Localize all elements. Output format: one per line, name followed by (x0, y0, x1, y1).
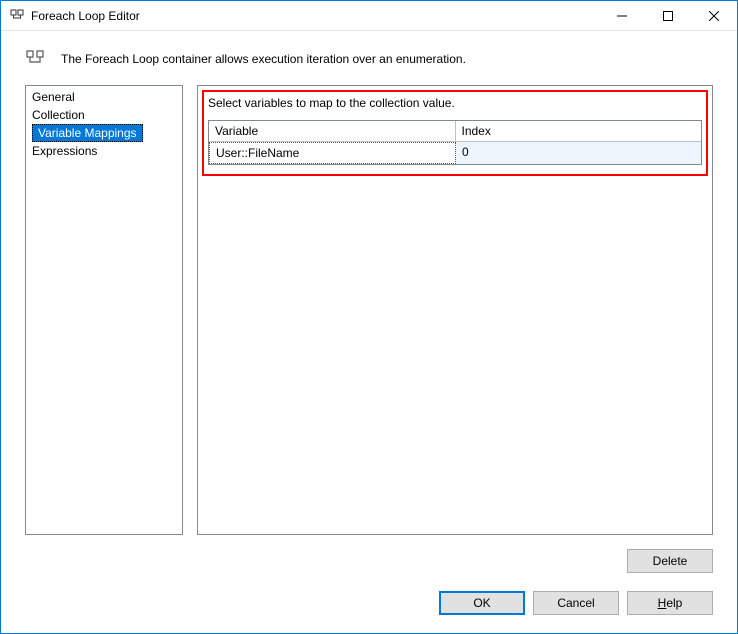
nav-item-collection[interactable]: Collection (26, 106, 182, 124)
delete-row: Delete (1, 543, 737, 577)
content-area: General Collection Variable Mappings Exp… (1, 77, 737, 543)
maximize-button[interactable] (645, 1, 691, 31)
description-row: The Foreach Loop container allows execut… (1, 31, 737, 77)
description-text: The Foreach Loop container allows execut… (61, 52, 466, 66)
dialog-buttons: OK Cancel Help (1, 577, 737, 633)
close-button[interactable] (691, 1, 737, 31)
col-header-index[interactable]: Index (456, 121, 702, 142)
nav-panel: General Collection Variable Mappings Exp… (25, 85, 183, 535)
nav-item-expressions[interactable]: Expressions (26, 142, 182, 160)
cell-index[interactable]: 0 (456, 142, 701, 164)
nav-item-general[interactable]: General (26, 88, 182, 106)
help-button[interactable]: Help (627, 591, 713, 615)
cancel-button[interactable]: Cancel (533, 591, 619, 615)
titlebar: Foreach Loop Editor (1, 1, 737, 31)
dialog-window: Foreach Loop Editor The Foreach Loop con… (0, 0, 738, 634)
col-header-variable[interactable]: Variable (209, 121, 456, 142)
instruction-text: Select variables to map to the collectio… (208, 96, 702, 110)
nav-item-variable-mappings[interactable]: Variable Mappings (32, 124, 143, 142)
app-icon (9, 8, 25, 24)
mappings-grid[interactable]: Variable Index User::FileName 0 (208, 120, 702, 165)
help-rest: elp (666, 596, 682, 610)
loop-icon (25, 49, 45, 69)
window-title: Foreach Loop Editor (31, 9, 140, 23)
minimize-button[interactable] (599, 1, 645, 31)
main-panel: Select variables to map to the collectio… (197, 85, 713, 535)
table-row[interactable]: User::FileName 0 (209, 142, 701, 164)
cell-variable[interactable]: User::FileName (209, 142, 456, 164)
grid-header: Variable Index (209, 121, 701, 142)
ok-button[interactable]: OK (439, 591, 525, 615)
delete-button[interactable]: Delete (627, 549, 713, 573)
